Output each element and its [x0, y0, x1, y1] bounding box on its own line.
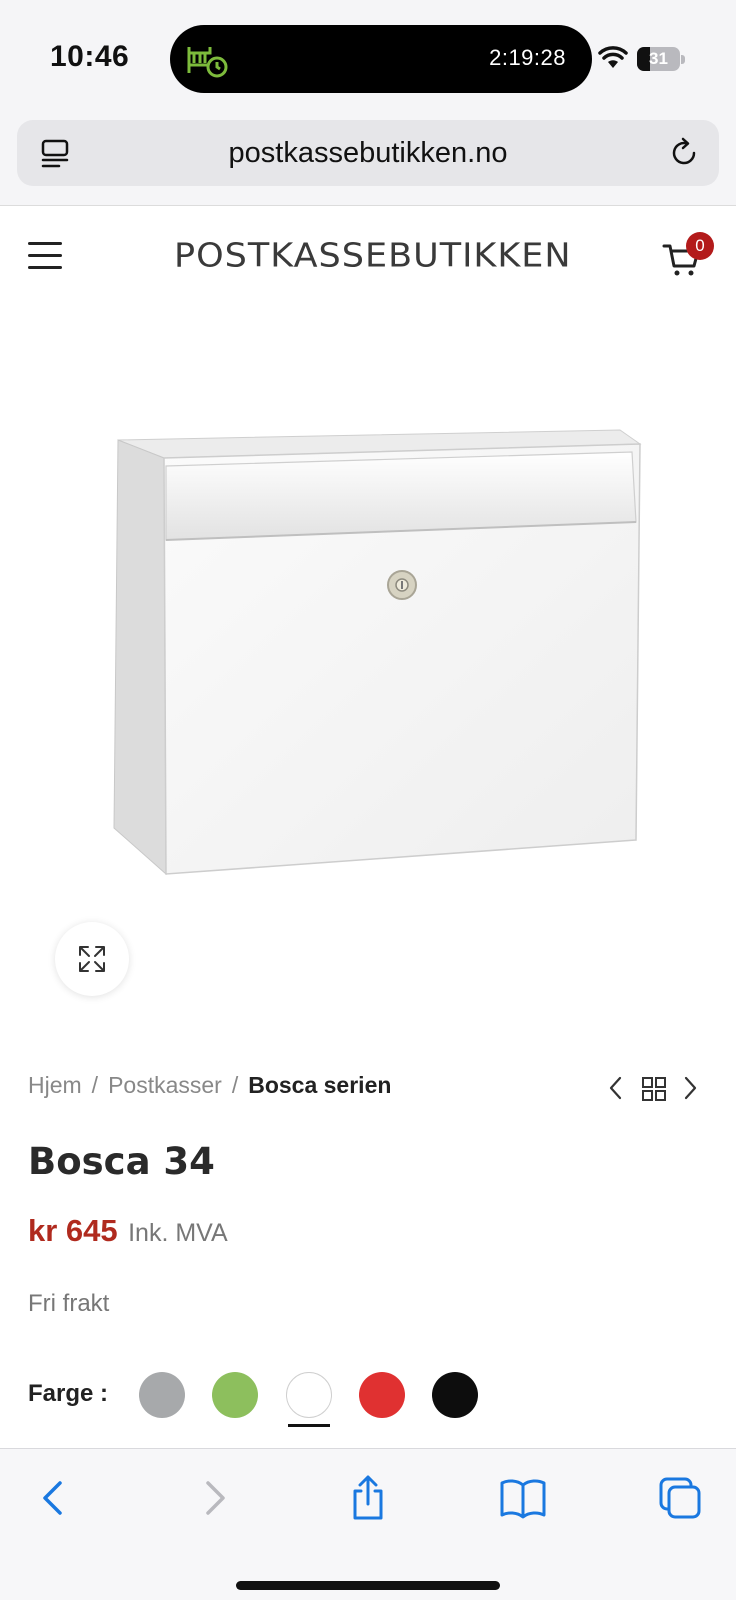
previous-product-icon[interactable]	[606, 1074, 626, 1102]
url-text[interactable]: postkassebutikken.no	[17, 120, 719, 186]
color-swatch-white[interactable]	[286, 1372, 332, 1418]
color-swatch-green[interactable]	[212, 1372, 258, 1418]
breadcrumb-postkasser[interactable]: Postkasser	[108, 1072, 222, 1098]
bookmarks-icon[interactable]	[498, 1475, 548, 1521]
vat-note: Ink. MVA	[128, 1219, 228, 1247]
cart-count-badge: 0	[686, 232, 714, 260]
color-swatch-grey[interactable]	[139, 1372, 185, 1418]
status-time: 10:46	[50, 40, 130, 73]
wifi-icon	[598, 46, 628, 68]
back-icon[interactable]	[30, 1475, 80, 1521]
status-bar: 10:46 2:19:28 31	[0, 0, 736, 118]
selected-swatch-indicator	[288, 1424, 330, 1427]
breadcrumb-separator: /	[231, 1072, 239, 1098]
breadcrumb-current: Bosca serien	[248, 1072, 392, 1098]
expand-icon	[79, 946, 105, 972]
forward-icon[interactable]	[188, 1475, 238, 1521]
address-bar[interactable]: postkassebutikken.no	[17, 120, 719, 186]
share-icon[interactable]	[343, 1475, 393, 1521]
browser-address-area: postkassebutikken.no	[0, 118, 736, 206]
site-header: POSTKASSEBUTIKKEN 0	[0, 206, 736, 306]
battery-level: 31	[649, 49, 668, 68]
dynamic-island[interactable]: 2:19:28	[170, 25, 592, 93]
alarm-bed-icon	[187, 47, 228, 78]
battery-icon: 31	[637, 47, 685, 71]
product-image[interactable]	[80, 400, 660, 900]
zoom-image-button[interactable]	[55, 922, 129, 996]
color-label: Farge :	[28, 1380, 109, 1407]
color-swatch-black[interactable]	[432, 1372, 478, 1418]
tabs-icon[interactable]	[656, 1475, 706, 1521]
browser-toolbar	[0, 1448, 736, 1600]
reader-icon[interactable]	[39, 138, 71, 170]
product-title: Bosca 34	[28, 1140, 215, 1183]
grid-icon[interactable]	[641, 1074, 667, 1102]
breadcrumb-separator: /	[91, 1072, 99, 1098]
next-product-icon[interactable]	[680, 1074, 700, 1102]
product-price: kr 645	[28, 1213, 118, 1248]
hamburger-menu-icon[interactable]	[28, 242, 62, 270]
home-indicator	[236, 1581, 500, 1590]
shipping-info: Fri frakt	[28, 1290, 110, 1317]
price-row: kr 645 Ink. MVA	[28, 1213, 228, 1249]
breadcrumb-home[interactable]: Hjem	[28, 1072, 82, 1098]
island-timer: 2:19:28	[489, 45, 566, 70]
color-swatch-red[interactable]	[359, 1372, 405, 1418]
breadcrumb: Hjem / Postkasser / Bosca serien	[28, 1072, 391, 1099]
reload-icon[interactable]	[667, 136, 701, 170]
site-logo[interactable]: POSTKASSEBUTIKKEN	[174, 236, 571, 276]
